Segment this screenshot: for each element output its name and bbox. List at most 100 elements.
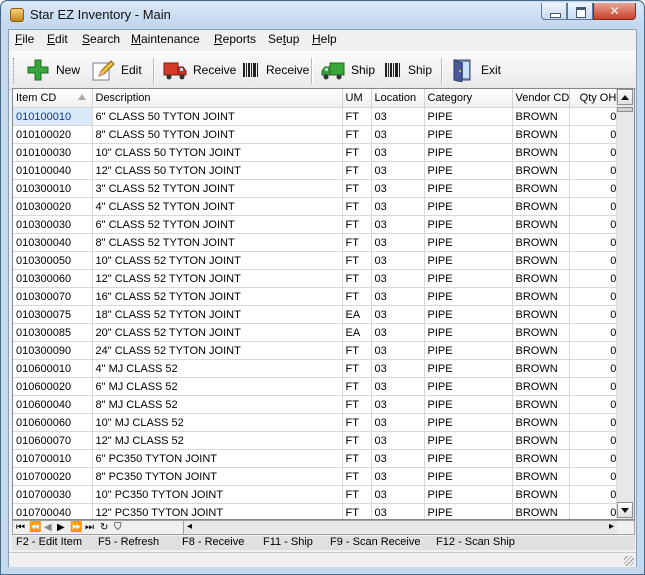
table-row[interactable]: 010300020 4" CLASS 52 TYTON JOINT FT 03 PIPE… <box>13 197 621 216</box>
horizontal-scrollbar[interactable]: ◂ ▸ <box>183 521 617 534</box>
table-row[interactable]: 010300075 18" CLASS 52 TYTON JOINT EA 03 PIP… <box>13 305 621 324</box>
table-row[interactable]: 010600070 12" MJ CLASS 52 FT 03 PIPE BROWN 0 <box>13 431 621 450</box>
scroll-up-button[interactable] <box>617 89 633 105</box>
cell-location: 03 <box>371 341 425 360</box>
vertical-scrollbar[interactable] <box>616 89 634 519</box>
toolbar-grip[interactable] <box>13 58 17 84</box>
cell-um: FT <box>342 251 372 270</box>
table-row[interactable]: 010600060 10" MJ CLASS 52 FT 03 PIPE BROWN 0 <box>13 413 621 432</box>
menu-maintenance[interactable]: Maintenance <box>131 32 200 46</box>
table-row[interactable]: 010300060 12" CLASS 52 TYTON JOINT FT 03 PIP… <box>13 269 621 288</box>
cell-category: PIPE <box>424 485 513 504</box>
last-record-icon[interactable]: ⏭ <box>85 522 94 534</box>
scan-receive-button[interactable]: Receive <box>242 55 309 85</box>
table-row[interactable]: 010100040 12" CLASS 50 TYTON JOINT FT 03 PIP… <box>13 161 621 180</box>
cell-description: 12" MJ CLASS 52 <box>92 431 343 450</box>
menu-setup[interactable]: Setup <box>268 32 299 46</box>
cell-location: 03 <box>371 125 425 144</box>
cell-item-cd: 010300010 <box>13 179 93 198</box>
new-button[interactable]: New <box>26 55 80 85</box>
scroll-thumb[interactable] <box>617 107 633 112</box>
menu-reports[interactable]: Reports <box>214 32 256 46</box>
column-header-description[interactable]: Description <box>92 89 343 108</box>
client-area: File Edit Search Maintenance Reports Set… <box>8 29 637 567</box>
cell-category: PIPE <box>424 359 513 378</box>
table-row[interactable]: 010300040 8" CLASS 52 TYTON JOINT FT 03 PIPE… <box>13 233 621 252</box>
table-row[interactable]: 010300050 10" CLASS 52 TYTON JOINT FT 03 PIP… <box>13 251 621 270</box>
cell-description: 4" CLASS 52 TYTON JOINT <box>92 197 343 216</box>
table-row[interactable]: 010700040 12" PC350 TYTON JOINT FT 03 PIPE BR… <box>13 503 621 519</box>
column-header-um[interactable]: UM <box>342 89 372 108</box>
exit-button[interactable]: Exit <box>451 55 501 85</box>
scroll-left-icon[interactable]: ◂ <box>187 521 192 533</box>
menu-search[interactable]: Search <box>82 32 120 46</box>
table-row[interactable]: 010100010 6" CLASS 50 TYTON JOINT FT 03 PIPE… <box>13 107 621 126</box>
column-header-item-cd[interactable]: Item CD <box>13 89 93 108</box>
cell-description: 3" CLASS 52 TYTON JOINT <box>92 179 343 198</box>
cell-vendor-cd: BROWN <box>512 341 571 360</box>
table-row[interactable]: 010300085 20" CLASS 52 TYTON JOINT EA 03 PIP… <box>13 323 621 342</box>
next-record-icon[interactable]: ▶ <box>57 522 65 534</box>
edit-button[interactable]: Edit <box>91 55 142 85</box>
table-row[interactable]: 010700030 10" PC350 TYTON JOINT FT 03 PIPE BR… <box>13 485 621 504</box>
scan-ship-button[interactable]: Ship <box>384 55 432 85</box>
cell-item-cd: 010600020 <box>13 377 93 396</box>
receive-button[interactable]: Receive <box>163 55 236 85</box>
table-row[interactable]: 010700010 6" PC350 TYTON JOINT FT 03 PIPE BRO… <box>13 449 621 468</box>
ship-button[interactable]: Ship <box>321 55 375 85</box>
scroll-right-icon[interactable]: ▸ <box>609 521 614 533</box>
column-header-category[interactable]: Category <box>424 89 513 108</box>
table-row[interactable]: 010300010 3" CLASS 52 TYTON JOINT FT 03 PIPE… <box>13 179 621 198</box>
scroll-down-button[interactable] <box>617 502 633 518</box>
next-page-icon[interactable]: ⏩ <box>70 522 82 534</box>
table-row[interactable]: 010600040 8" MJ CLASS 52 FT 03 PIPE BROWN 0 <box>13 395 621 414</box>
resize-grip[interactable] <box>624 556 634 566</box>
first-record-icon[interactable]: ⏮ <box>16 522 25 534</box>
prev-record-icon[interactable]: ◀ <box>44 522 52 534</box>
table-row[interactable]: 010300090 24" CLASS 52 TYTON JOINT FT 03 PIP… <box>13 341 621 360</box>
menu-file[interactable]: File <box>15 32 34 46</box>
table-row[interactable]: 010600020 6" MJ CLASS 52 FT 03 PIPE BROWN 0 <box>13 377 621 396</box>
cell-location: 03 <box>371 323 425 342</box>
cell-description: 8" MJ CLASS 52 <box>92 395 343 414</box>
filter-icon[interactable]: ⛉ <box>114 522 122 534</box>
minimize-button[interactable] <box>541 3 567 20</box>
cell-category: PIPE <box>424 251 513 270</box>
cell-description: 6" MJ CLASS 52 <box>92 377 343 396</box>
barcode-icon <box>242 58 260 82</box>
cell-category: PIPE <box>424 215 513 234</box>
toolbar: New Edit Receive Receive Ship Ship Exit <box>9 51 636 90</box>
title-bar[interactable]: Star EZ Inventory - Main ✕ <box>2 2 643 27</box>
table-row[interactable]: 010100030 10" CLASS 50 TYTON JOINT FT 03 PIP… <box>13 143 621 162</box>
column-header-qty-oh[interactable]: Qty OH <box>569 89 621 108</box>
cell-location: 03 <box>371 431 425 450</box>
column-header-location[interactable]: Location <box>371 89 425 108</box>
menu-edit[interactable]: Edit <box>47 32 68 46</box>
cell-um: FT <box>342 233 372 252</box>
cell-category: PIPE <box>424 197 513 216</box>
table-row[interactable]: 010100020 8" CLASS 50 TYTON JOINT FT 03 PIPE… <box>13 125 621 144</box>
app-icon[interactable] <box>10 8 24 22</box>
table-row[interactable]: 010300030 6" CLASS 52 TYTON JOINT FT 03 PIPE… <box>13 215 621 234</box>
close-icon: ✕ <box>609 4 620 18</box>
close-button[interactable]: ✕ <box>593 3 636 20</box>
table-row[interactable]: 010600010 4" MJ CLASS 52 FT 03 PIPE BROWN 0 <box>13 359 621 378</box>
cell-vendor-cd: BROWN <box>512 485 571 504</box>
sort-ascending-icon <box>77 94 86 100</box>
prev-page-icon[interactable]: ⏪ <box>29 522 41 534</box>
cell-category: PIPE <box>424 179 513 198</box>
shortcut-f5: F5 - Refresh <box>98 536 160 548</box>
cell-vendor-cd: BROWN <box>512 377 571 396</box>
maximize-button[interactable] <box>567 3 593 20</box>
refresh-icon[interactable]: ↻ <box>100 522 108 534</box>
menu-help[interactable]: Help <box>312 32 337 46</box>
column-header-vendor-cd[interactable]: Vendor CD <box>512 89 571 108</box>
inventory-grid[interactable]: Item CD Description UM Location Category… <box>12 88 635 520</box>
cell-item-cd: 010300050 <box>13 251 93 270</box>
cell-qty-oh: 0 <box>569 107 621 126</box>
table-row[interactable]: 010300070 16" CLASS 52 TYTON JOINT FT 03 PIP… <box>13 287 621 306</box>
cell-vendor-cd: BROWN <box>512 161 571 180</box>
table-row[interactable]: 010700020 8" PC350 TYTON JOINT FT 03 PIPE BRO… <box>13 467 621 486</box>
cell-um: FT <box>342 125 372 144</box>
cell-category: PIPE <box>424 503 513 519</box>
